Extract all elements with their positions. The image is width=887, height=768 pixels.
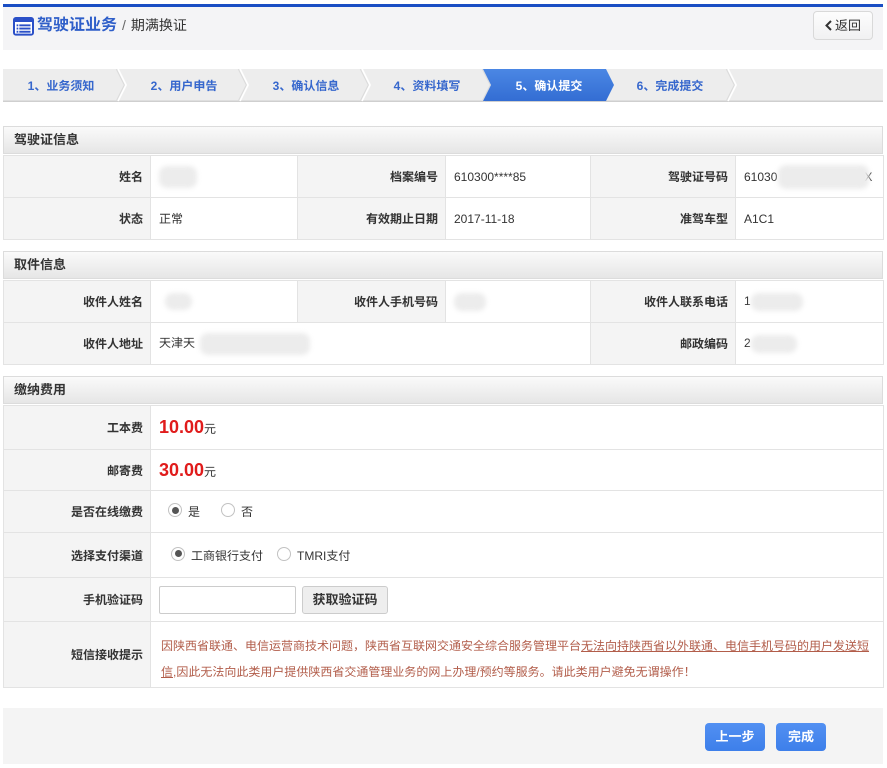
- svg-text:4、资料填写: 4、资料填写: [394, 79, 461, 93]
- svg-text:1、业务须知: 1、业务须知: [28, 79, 95, 93]
- svg-text:2、用户申告: 2、用户申告: [151, 79, 218, 93]
- svg-text:6、完成提交: 6、完成提交: [637, 79, 704, 93]
- svg-text:3、确认信息: 3、确认信息: [273, 79, 340, 93]
- svg-text:5、确认提交: 5、确认提交: [516, 79, 583, 93]
